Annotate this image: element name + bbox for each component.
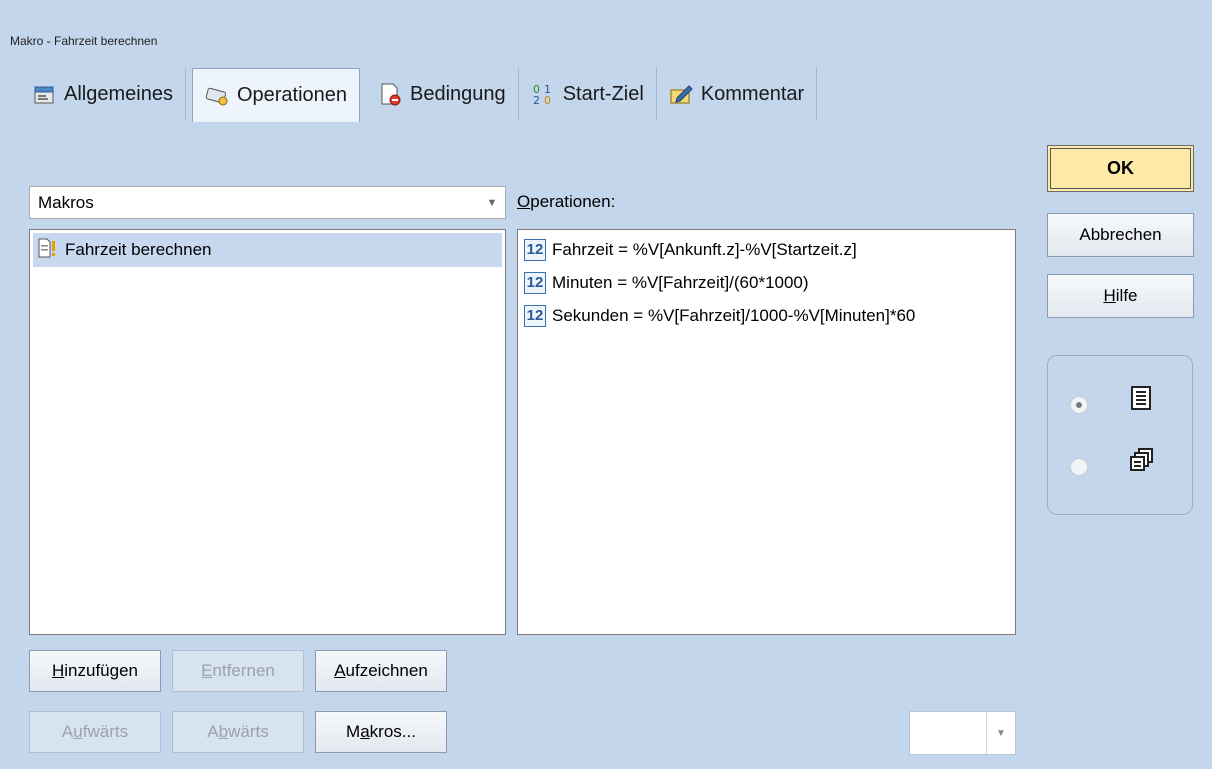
cascade-view-radio[interactable] bbox=[1070, 458, 1088, 476]
add-button[interactable]: Hinzufügen bbox=[29, 650, 161, 692]
tab-kommentar[interactable]: Kommentar bbox=[657, 68, 818, 120]
record-button[interactable]: Aufzeichnen bbox=[315, 650, 447, 692]
move-up-button[interactable]: Au fwärts bbox=[29, 711, 161, 753]
tab-bar: Allgemeines Operationen Bedingung 0120 S… bbox=[20, 68, 818, 122]
list-item[interactable]: Fahrzeit berechnen bbox=[33, 233, 502, 267]
tab-label: Bedingung bbox=[410, 82, 506, 105]
ok-button[interactable]: OK bbox=[1047, 145, 1194, 192]
window-title: Makro - Fahrzeit berechnen bbox=[10, 34, 158, 48]
tab-start-ziel[interactable]: 0120 Start-Ziel bbox=[519, 68, 657, 120]
operation-row[interactable]: 12 Minuten = %V[Fahrzeit]/(60*1000) bbox=[518, 266, 1015, 299]
macros-button[interactable]: Ma kros... bbox=[315, 711, 447, 753]
document-stop-icon bbox=[378, 82, 402, 106]
cancel-button[interactable]: Abbrechen bbox=[1047, 213, 1194, 257]
tab-bedingung[interactable]: Bedingung bbox=[366, 68, 519, 120]
bottom-select[interactable]: ▼ bbox=[909, 711, 1016, 755]
operations-list[interactable]: 12 Fahrzeit = %V[Ankunft.z]-%V[Startzeit… bbox=[517, 229, 1016, 635]
tab-operationen[interactable]: Operationen bbox=[191, 68, 361, 122]
view-mode-group bbox=[1047, 355, 1193, 515]
operation-row[interactable]: 12 Fahrzeit = %V[Ankunft.z]-%V[Startzeit… bbox=[518, 233, 1015, 266]
chevron-down-icon[interactable]: ▼ bbox=[479, 197, 505, 209]
list-item-label: Fahrzeit berechnen bbox=[65, 240, 212, 259]
cascade-view-icon bbox=[1130, 448, 1154, 478]
chevron-down-icon[interactable]: ▼ bbox=[986, 712, 1015, 754]
operations-label: Operationen: bbox=[517, 192, 616, 211]
tab-label: Allgemeines bbox=[64, 82, 173, 105]
operation-row[interactable]: 12 Sekunden = %V[Fahrzeit]/1000-%V[Minut… bbox=[518, 299, 1015, 332]
operation-text: Sekunden = %V[Fahrzeit]/1000-%V[Minuten]… bbox=[552, 305, 916, 325]
remove-button[interactable]: Entfernen bbox=[172, 650, 304, 692]
number-badge-icon: 12 bbox=[524, 304, 546, 327]
keyboard-hand-icon bbox=[205, 84, 229, 108]
tab-label: Start-Ziel bbox=[562, 82, 644, 105]
operation-text: Minuten = %V[Fahrzeit]/(60*1000) bbox=[552, 272, 809, 292]
move-down-button[interactable]: Ab wärts bbox=[172, 711, 304, 753]
macro-warning-icon bbox=[37, 238, 59, 263]
operation-text: Fahrzeit = %V[Ankunft.z]-%V[Startzeit.z] bbox=[552, 239, 857, 259]
tab-label: Kommentar bbox=[700, 82, 805, 105]
bottom-select-value bbox=[910, 712, 986, 754]
list-view-icon bbox=[1130, 386, 1152, 416]
properties-icon bbox=[32, 82, 56, 106]
number-badge-icon: 12 bbox=[524, 271, 546, 294]
tab-allgemeines[interactable]: Allgemeines bbox=[20, 68, 186, 120]
macro-category-select[interactable]: Makros ▼ bbox=[29, 186, 506, 219]
number-badge-icon: 12 bbox=[524, 238, 546, 261]
pencil-note-icon bbox=[669, 82, 693, 106]
tab-label: Operationen bbox=[236, 84, 348, 106]
svg-text:2: 2 bbox=[533, 94, 540, 106]
svg-text:0: 0 bbox=[544, 94, 551, 106]
start-goal-icon: 0120 bbox=[531, 82, 555, 107]
macro-category-value: Makros bbox=[38, 192, 94, 212]
macro-list[interactable]: Fahrzeit berechnen bbox=[29, 229, 506, 635]
help-button[interactable]: Hilfe bbox=[1047, 274, 1194, 318]
list-view-radio[interactable] bbox=[1070, 396, 1088, 414]
